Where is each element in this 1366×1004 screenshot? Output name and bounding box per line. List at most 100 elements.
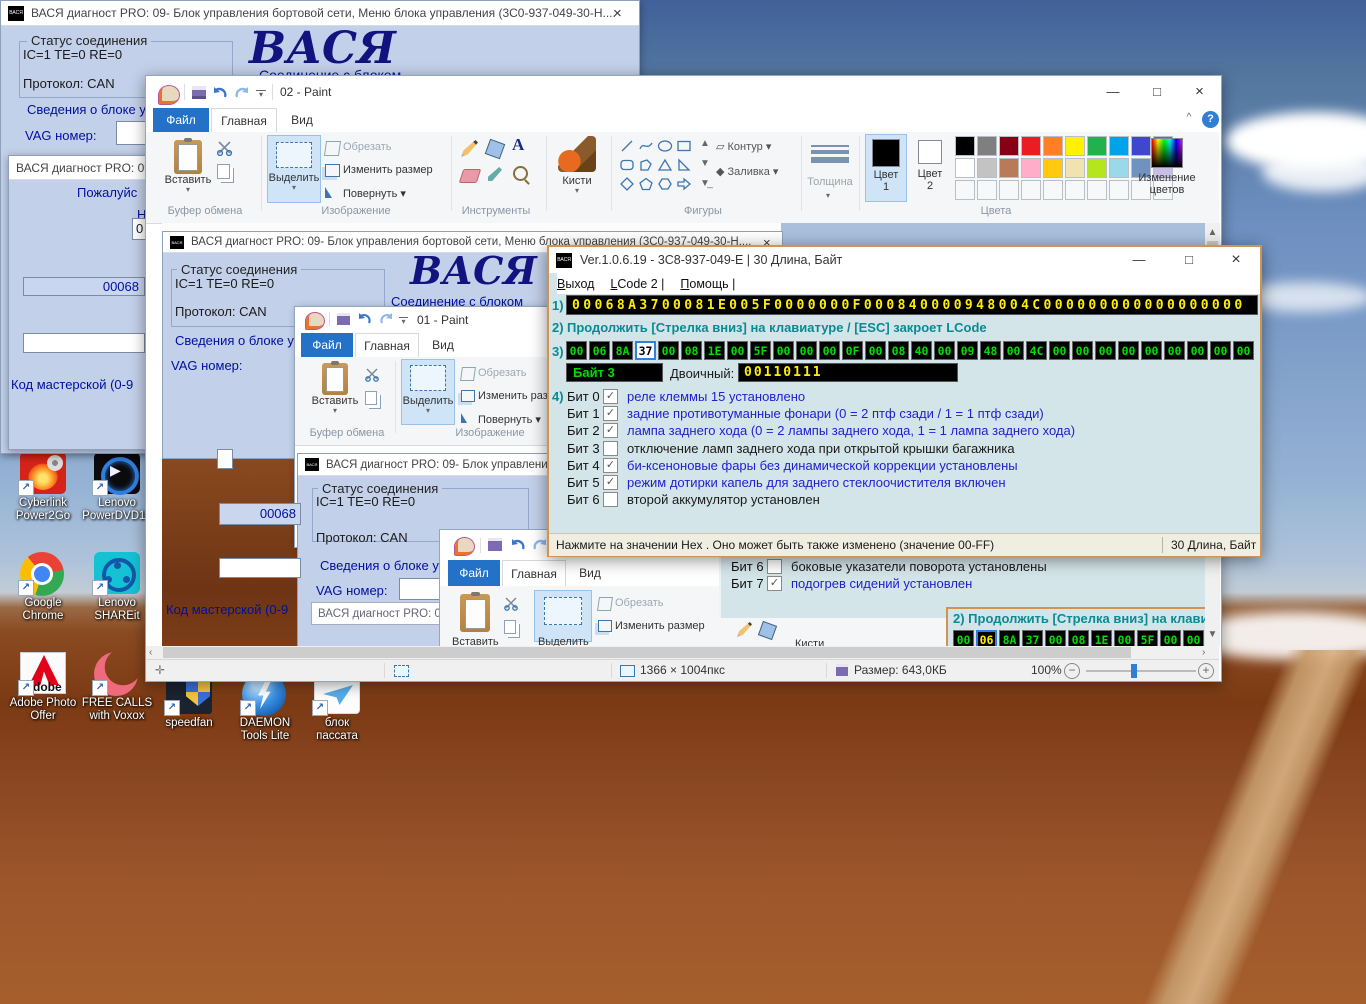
hex-byte[interactable]: 8A bbox=[999, 630, 1020, 646]
thickness-label[interactable]: Толщина bbox=[806, 176, 854, 188]
scroll-up-icon[interactable]: ▲ bbox=[1205, 227, 1220, 238]
dialog-value-input[interactable]: 00068 bbox=[23, 277, 145, 296]
hex-byte[interactable]: 00 bbox=[1045, 630, 1066, 646]
hex-byte[interactable]: 00 bbox=[727, 341, 748, 360]
shapes-scroll-down-icon[interactable]: ▼ bbox=[699, 158, 711, 169]
hex-byte[interactable]: 00 bbox=[865, 341, 886, 360]
shape-tool-icon[interactable] bbox=[674, 174, 693, 193]
hex-byte[interactable]: 00 bbox=[566, 341, 587, 360]
hex-byte[interactable]: 00 bbox=[1187, 341, 1208, 360]
fill-icon[interactable] bbox=[485, 139, 506, 160]
shapes-more-icon[interactable]: ▼̲ bbox=[699, 178, 711, 189]
close-icon[interactable]: × bbox=[613, 6, 622, 21]
shape-tool-icon[interactable] bbox=[636, 174, 655, 193]
palette-swatch[interactable] bbox=[1065, 158, 1085, 178]
desktop-icon-chrome[interactable]: ↗GoogleChrome bbox=[6, 552, 80, 623]
bit-checkbox[interactable]: ✓ bbox=[603, 406, 618, 421]
palette-swatch[interactable] bbox=[1087, 158, 1107, 178]
hex-byte[interactable]: 4C bbox=[1026, 341, 1047, 360]
eyedropper-icon[interactable] bbox=[488, 167, 502, 181]
hex-byte[interactable]: 5F bbox=[750, 341, 771, 360]
hex-byte[interactable]: 00 bbox=[1095, 341, 1116, 360]
zoom-out-icon[interactable]: − bbox=[1064, 663, 1080, 679]
bit-checkbox[interactable]: ✓ bbox=[603, 389, 618, 404]
shape-tool-icon[interactable] bbox=[674, 136, 693, 155]
hex-byte[interactable]: 00 bbox=[953, 630, 974, 646]
redo-icon[interactable] bbox=[234, 85, 250, 100]
palette-swatch[interactable] bbox=[1087, 136, 1107, 156]
menu-item[interactable]: Выход bbox=[557, 277, 594, 291]
hex-byte[interactable]: 1E bbox=[1091, 630, 1112, 646]
palette-swatch[interactable] bbox=[955, 136, 975, 156]
rotate-label[interactable]: Повернуть ▾ bbox=[343, 187, 406, 200]
hex-byte[interactable]: 00 bbox=[1164, 341, 1185, 360]
palette-swatch[interactable] bbox=[1021, 136, 1041, 156]
tab-view[interactable]: Вид bbox=[279, 108, 325, 132]
hex-byte[interactable]: 09 bbox=[957, 341, 978, 360]
dialog-empty-input[interactable] bbox=[23, 333, 145, 353]
resize-icon[interactable] bbox=[325, 164, 340, 177]
desktop-icon-power2go[interactable]: ↗CyberlinkPower2Go bbox=[6, 452, 80, 523]
palette-swatch[interactable] bbox=[977, 158, 997, 178]
cut-icon[interactable] bbox=[217, 140, 233, 156]
select-button[interactable]: Выделить▾ bbox=[267, 135, 321, 203]
hex-byte[interactable]: 00 bbox=[1141, 341, 1162, 360]
minimize-button[interactable]: — bbox=[1124, 252, 1154, 267]
bit-checkbox[interactable]: ✓ bbox=[603, 475, 618, 490]
thickness-caret[interactable]: ▾ bbox=[826, 192, 830, 200]
menu-item[interactable]: Помощь | bbox=[680, 277, 735, 291]
pencil-icon[interactable] bbox=[461, 140, 478, 157]
menu-item[interactable]: LCode 2 | bbox=[610, 277, 664, 291]
crop-icon[interactable] bbox=[324, 141, 341, 156]
thickness-icon[interactable] bbox=[811, 142, 849, 166]
bit-checkbox[interactable] bbox=[603, 492, 618, 507]
hex-byte[interactable]: 00 bbox=[1114, 630, 1135, 646]
rotate-icon[interactable] bbox=[325, 187, 332, 198]
edit-colors-button[interactable]: Изменениецветов bbox=[1131, 134, 1203, 196]
hex-byte[interactable]: 00 bbox=[1210, 341, 1231, 360]
shapes-scroll-up-icon[interactable]: ▲ bbox=[699, 138, 711, 149]
palette-swatch[interactable] bbox=[1043, 136, 1063, 156]
shape-tool-icon[interactable] bbox=[655, 155, 674, 174]
shape-tool-icon[interactable] bbox=[674, 155, 693, 174]
save-icon[interactable] bbox=[192, 86, 206, 99]
minimize-button[interactable]: — bbox=[1091, 76, 1135, 107]
hex-byte[interactable]: 5F bbox=[1137, 630, 1158, 646]
eraser-icon[interactable] bbox=[459, 169, 482, 183]
tab-home[interactable]: Главная bbox=[211, 108, 277, 132]
palette-swatch[interactable] bbox=[1109, 136, 1129, 156]
fill-label[interactable]: ◆ Заливка ▾ bbox=[716, 165, 778, 178]
palette-swatch[interactable] bbox=[1021, 158, 1041, 178]
brushes-button[interactable]: Кисти▾ bbox=[552, 134, 602, 195]
desktop-icon-passat[interactable]: ↗блокпассата bbox=[300, 672, 374, 743]
palette-swatch-empty[interactable] bbox=[1021, 180, 1041, 200]
palette-swatch-empty[interactable] bbox=[955, 180, 975, 200]
close-button[interactable]: × bbox=[1221, 251, 1251, 269]
magnifier-icon[interactable] bbox=[513, 166, 528, 181]
palette-swatch[interactable] bbox=[955, 158, 975, 178]
desktop-icon-adobe[interactable]: dobe↗Adobe PhotoOffer bbox=[6, 652, 80, 723]
maximize-button[interactable]: □ bbox=[1174, 252, 1204, 267]
hex-byte[interactable]: 0F bbox=[842, 341, 863, 360]
hex-byte[interactable]: 00 bbox=[1233, 341, 1254, 360]
close-button[interactable]: × bbox=[1179, 76, 1220, 107]
hex-byte[interactable]: 1E bbox=[704, 341, 725, 360]
palette-swatch-empty[interactable] bbox=[1065, 180, 1085, 200]
hex-byte[interactable]: 37 bbox=[635, 341, 656, 360]
scroll-right-icon[interactable]: › bbox=[1202, 647, 1205, 658]
hex-byte[interactable]: 00 bbox=[1049, 341, 1070, 360]
hex-byte[interactable]: 37 bbox=[1022, 630, 1043, 646]
hex-byte[interactable]: 08 bbox=[888, 341, 909, 360]
binary-value[interactable]: 00110111 bbox=[738, 363, 958, 382]
palette-swatch[interactable] bbox=[999, 136, 1019, 156]
hex-byte[interactable]: 00 bbox=[796, 341, 817, 360]
hex-byte[interactable]: 08 bbox=[681, 341, 702, 360]
crop-label[interactable]: Обрезать bbox=[343, 141, 392, 153]
shape-tool-icon[interactable] bbox=[636, 155, 655, 174]
hex-byte[interactable]: 00 bbox=[1072, 341, 1093, 360]
color1-button[interactable]: Цвет1 bbox=[865, 134, 907, 202]
shape-tool-icon[interactable] bbox=[617, 174, 636, 193]
palette-swatch[interactable] bbox=[977, 136, 997, 156]
hex-byte[interactable]: 00 bbox=[1160, 630, 1181, 646]
zoom-in-icon[interactable]: + bbox=[1198, 663, 1214, 679]
